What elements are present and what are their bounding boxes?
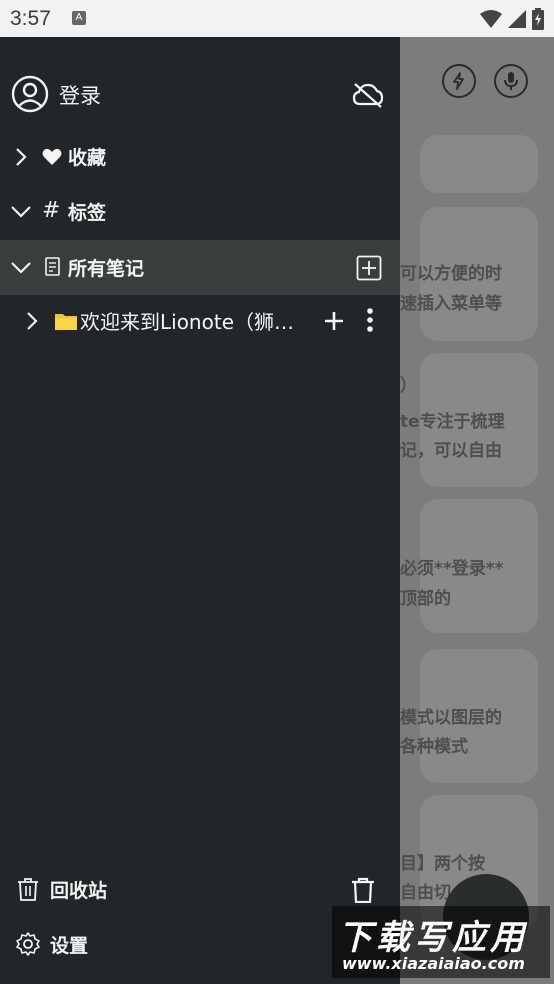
search-bar-bg — [420, 135, 538, 193]
note-snippet: 各种模式 — [400, 737, 468, 757]
note-snippet: 顶部的 — [400, 589, 451, 609]
settings-label: 设置 — [50, 935, 89, 957]
status-bar: 3:57 A — [0, 0, 554, 37]
battery-charging-icon — [532, 8, 544, 30]
trash-label: 回收站 — [50, 880, 108, 902]
note-snippet: 可以方便的时 — [400, 264, 502, 284]
chevron-right-icon[interactable] — [23, 311, 41, 331]
folder-icon — [55, 314, 77, 330]
wifi-icon — [480, 10, 502, 28]
chevron-down-icon[interactable] — [10, 203, 32, 219]
tags-label: 标签 — [68, 202, 107, 224]
notebook-label: 欢迎来到Lionote（狮… — [80, 310, 294, 334]
watermark: 下载写应用 www.xiazaiaiao.com — [332, 906, 550, 978]
mic-icon[interactable] — [494, 64, 528, 98]
favorites-label: 收藏 — [68, 147, 107, 169]
note-snippet: 目】两个按 — [400, 854, 485, 874]
all-notes-row[interactable]: 所有笔记 — [0, 240, 400, 295]
more-vert-icon[interactable] — [364, 307, 376, 333]
watermark-url: www.xiazaiaiao.com — [342, 954, 525, 973]
note-snippet: ） — [400, 376, 417, 396]
note-snippet: te专注于梳理 — [400, 412, 505, 432]
notebook-item[interactable]: 欢迎来到Lionote（狮… — [0, 293, 400, 348]
favorites-row[interactable]: 收藏 — [0, 129, 400, 184]
empty-trash-icon[interactable] — [351, 877, 375, 903]
add-icon[interactable] — [322, 309, 346, 333]
flash-icon[interactable] — [442, 64, 476, 98]
status-icons — [480, 8, 544, 30]
note-snippet: 模式以图层的 — [400, 708, 502, 728]
note-snippet: 必须**登录** — [400, 559, 504, 579]
hash-icon: # — [42, 198, 61, 223]
add-box-icon[interactable] — [356, 255, 382, 281]
login-row[interactable]: 登录 — [0, 67, 400, 123]
main-toolbar-icons — [442, 64, 528, 98]
cloud-off-icon[interactable] — [352, 82, 384, 108]
gear-icon — [16, 932, 40, 956]
navigation-drawer: 登录 收藏 # 标签 所有笔记 欢迎来到Lionote（狮… 回收站 设置 — [0, 37, 400, 984]
login-label: 登录 — [59, 84, 101, 108]
note-snippet: 自由切 — [400, 883, 451, 903]
note-snippet: 记，可以自由 — [400, 441, 502, 461]
chevron-right-icon[interactable] — [12, 147, 30, 167]
chevron-down-icon[interactable] — [10, 259, 32, 275]
status-time: 3:57 — [10, 7, 51, 30]
watermark-title: 下载写应用 — [338, 918, 528, 958]
trash-icon — [18, 878, 38, 901]
tags-row[interactable]: # 标签 — [0, 184, 400, 239]
account-circle-icon — [11, 75, 49, 113]
heart-icon — [42, 148, 62, 165]
signal-icon — [508, 10, 526, 28]
note-icon — [45, 257, 60, 276]
note-snippet: 速插入菜单等 — [400, 294, 502, 314]
sim-icon: A — [72, 11, 86, 25]
all-notes-label: 所有笔记 — [68, 258, 145, 280]
